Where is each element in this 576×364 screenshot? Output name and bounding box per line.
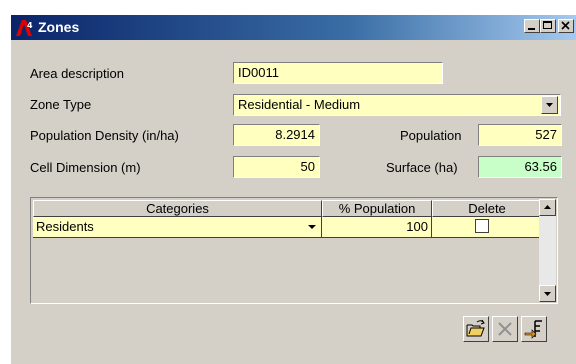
grid-header-categories[interactable]: Categories — [33, 200, 322, 217]
zone-type-value: Residential - Medium — [238, 97, 361, 112]
maximize-icon — [543, 21, 552, 29]
scroll-up-button[interactable] — [539, 199, 556, 216]
area-description-field[interactable]: ID0011 — [233, 62, 443, 84]
grid-header-delete[interactable]: Delete — [432, 200, 542, 217]
open-button[interactable] — [463, 316, 489, 342]
category-value: Residents — [36, 219, 94, 234]
arrow-down-icon — [544, 292, 551, 296]
chevron-down-icon[interactable] — [306, 221, 318, 233]
population-field[interactable]: 527 — [478, 124, 562, 146]
window-title: Zones — [38, 19, 80, 35]
import-icon — [524, 320, 542, 339]
delete-button[interactable] — [492, 316, 518, 342]
arrow-up-icon — [544, 205, 551, 209]
surface-field: 63.56 — [478, 156, 562, 178]
surface-label: Surface (ha) — [386, 160, 458, 175]
population-density-field[interactable]: 8.2914 — [233, 124, 320, 146]
table-row-category[interactable]: Residents — [33, 217, 322, 238]
table-row-delete[interactable] — [432, 217, 542, 238]
delete-checkbox[interactable] — [475, 219, 489, 233]
grid-header-population[interactable]: % Population — [322, 200, 432, 217]
population-label: Population — [400, 128, 462, 143]
grid-scrollbar[interactable] — [539, 199, 556, 302]
import-button[interactable] — [521, 316, 547, 342]
scroll-down-button[interactable] — [539, 285, 556, 302]
zone-type-label: Zone Type — [30, 97, 92, 112]
delete-x-icon — [498, 322, 512, 336]
zone-type-select[interactable]: Residential - Medium — [233, 94, 561, 116]
cell-dimension-label: Cell Dimension (m) — [30, 160, 141, 175]
title-bar[interactable]: 4 Zones — [11, 15, 576, 40]
categories-grid[interactable]: Categories % Population Delete Residents… — [30, 197, 558, 304]
chevron-down-icon — [546, 103, 553, 107]
area-description-label: Area description — [30, 66, 124, 81]
zone-type-dropdown-button[interactable] — [541, 96, 558, 114]
minimize-button[interactable] — [524, 19, 540, 33]
open-folder-icon — [466, 319, 485, 337]
close-icon — [561, 21, 570, 30]
zones-window: 4 Zones Area description ID0011 Zone Typ… — [10, 14, 576, 364]
cell-dimension-field[interactable]: 50 — [233, 156, 320, 178]
close-button[interactable] — [558, 19, 574, 33]
svg-text:4: 4 — [27, 21, 33, 30]
population-density-label: Population Density (in/ha) — [30, 128, 179, 143]
app-logo-icon: 4 — [15, 19, 35, 37]
table-row-percent[interactable]: 100 — [322, 217, 432, 238]
maximize-button[interactable] — [540, 19, 556, 33]
minimize-icon — [528, 28, 535, 30]
